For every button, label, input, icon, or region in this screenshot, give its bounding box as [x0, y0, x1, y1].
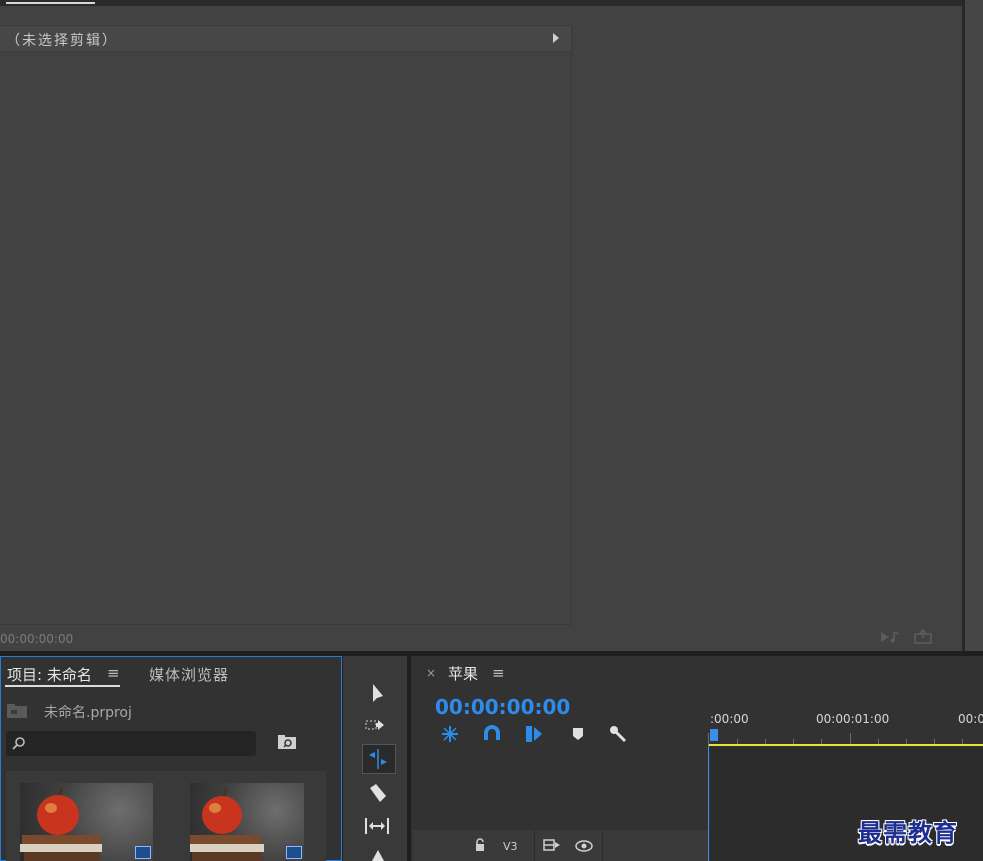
pen-tool-icon[interactable]	[362, 844, 394, 861]
search-icon	[12, 737, 25, 750]
effect-controls-timecode[interactable]: 00:00:00:00	[0, 632, 73, 646]
slip-tool-icon[interactable]	[362, 812, 394, 840]
project-item-sequence[interactable]	[20, 783, 153, 861]
project-folder-icon	[7, 704, 27, 718]
ruler-label: 00:00:01:00	[816, 712, 890, 726]
track-select-forward-icon[interactable]	[362, 712, 394, 740]
export-icon[interactable]	[913, 628, 935, 644]
playhead-line	[708, 744, 709, 861]
close-icon[interactable]: ×	[426, 666, 436, 680]
snap-magnet-icon[interactable]	[482, 724, 502, 744]
active-tab-underline	[5, 685, 120, 687]
clip-badge-icon	[286, 846, 302, 859]
panel-menu-icon[interactable]: ≡	[492, 664, 505, 682]
apple-thumbnail	[20, 787, 102, 861]
selection-tool-icon[interactable]	[362, 680, 394, 708]
add-marker-icon[interactable]	[568, 724, 588, 744]
find-in-bin-icon[interactable]	[277, 734, 297, 750]
project-item-clip[interactable]	[190, 783, 304, 861]
watermark-logo: 最需教育	[858, 819, 958, 847]
wrench-icon[interactable]	[608, 724, 628, 744]
no-clip-selected-label: （未选择剪辑）	[6, 33, 118, 49]
playhead-handle[interactable]	[710, 729, 718, 741]
active-tab-indicator	[6, 2, 95, 4]
play-audio-icon[interactable]	[880, 630, 902, 644]
divider	[534, 830, 535, 861]
tab-project[interactable]: 项目: 未命名	[7, 664, 92, 685]
work-area-bar[interactable]	[708, 744, 983, 746]
tab-sequence[interactable]: 苹果	[448, 663, 478, 684]
razor-tool-icon[interactable]	[362, 780, 394, 808]
tab-media-browser[interactable]: 媒体浏览器	[149, 664, 229, 685]
track-label[interactable]: V3	[503, 840, 518, 853]
timeline-timecode[interactable]: 00:00:00:00	[435, 695, 570, 719]
ruler-label: :00:00	[710, 712, 749, 726]
sync-lock-icon[interactable]	[543, 838, 561, 852]
expand-arrow-icon[interactable]	[553, 33, 559, 43]
program-monitor-edge	[965, 0, 983, 652]
ruler-label: 00:0	[958, 712, 983, 726]
panel-menu-icon[interactable]: ≡	[107, 664, 120, 682]
project-search-input[interactable]	[6, 731, 256, 756]
eye-icon[interactable]	[575, 840, 593, 852]
sequence-badge-icon	[135, 846, 151, 859]
project-file-name: 未命名.prproj	[44, 705, 132, 721]
effect-controls-content	[0, 25, 572, 625]
divider	[602, 830, 603, 861]
ripple-edit-tool-icon[interactable]	[362, 744, 396, 774]
lock-icon[interactable]	[474, 838, 486, 852]
nest-sequence-icon[interactable]	[440, 724, 460, 744]
linked-selection-icon[interactable]	[524, 724, 544, 744]
